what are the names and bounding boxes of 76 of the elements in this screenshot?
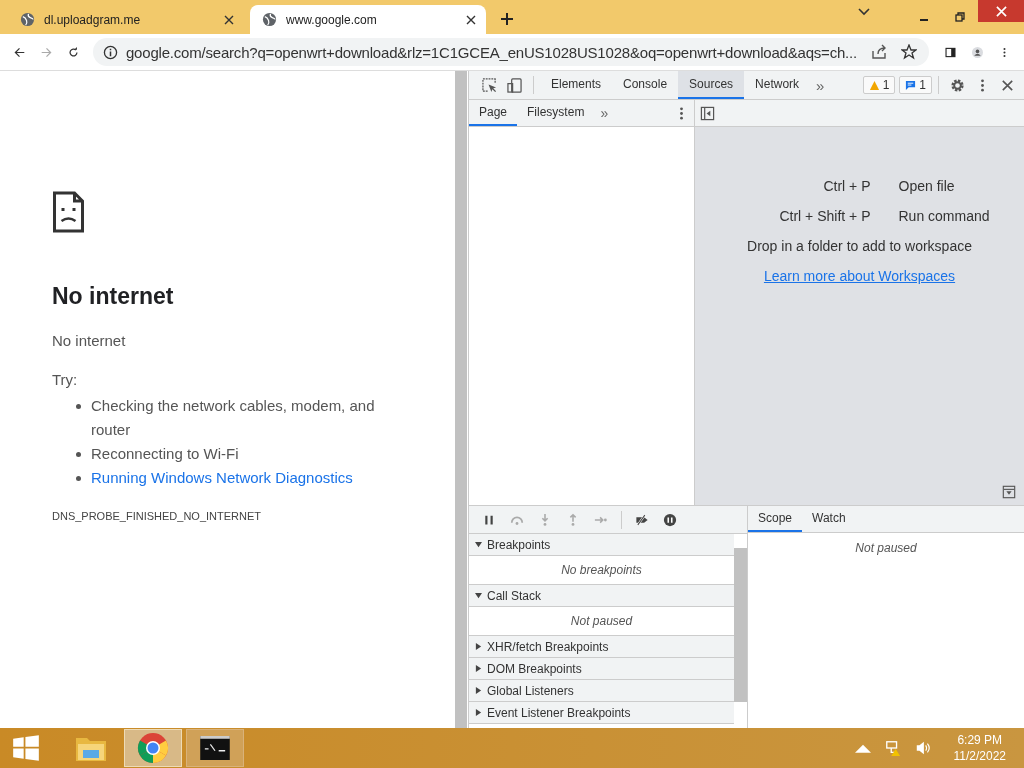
restore-icon[interactable] — [954, 11, 966, 23]
try-label: Try: — [52, 371, 79, 388]
caret-icon — [475, 687, 482, 694]
star-icon[interactable] — [901, 44, 918, 60]
toggle-navigator-icon[interactable] — [700, 105, 715, 121]
scrollbar[interactable] — [734, 548, 747, 702]
device-toolbar-icon[interactable] — [507, 77, 522, 93]
suggestion-text: Checking the network cables, modem, and router — [91, 396, 375, 440]
deactivate-breakpoints-icon[interactable] — [635, 512, 649, 527]
scope-tab[interactable]: Watch — [802, 506, 856, 532]
shortcut-keys: Ctrl + Shift + P — [720, 201, 871, 231]
message-icon — [905, 79, 917, 91]
taskbar-app-button[interactable] — [186, 729, 244, 767]
messages-badge[interactable]: 1 — [899, 76, 932, 94]
clock-date: 11/2/2022 — [953, 748, 1006, 764]
chevron-icon[interactable] — [858, 7, 870, 16]
devtools-tab[interactable]: Sources — [678, 71, 745, 99]
scope-tab[interactable]: Scope — [748, 506, 803, 532]
globe-icon — [20, 12, 35, 27]
caret-icon — [475, 709, 482, 716]
url-text: google.com/search?q=openwrt+download&rlz=1C1GCEA_enUS1028US1028&oq=openwrt+download&aqs=ch... — [125, 43, 858, 61]
devtools-tab[interactable]: Console — [612, 71, 679, 99]
info-icon — [102, 44, 118, 60]
suggestion-text: Reconnecting to Wi-Fi — [91, 444, 239, 464]
tab-title: dl.uploadgram.me — [44, 12, 142, 27]
browser-tab[interactable]: www.google.com — [250, 5, 486, 34]
more-tabs-button[interactable]: » — [594, 105, 615, 121]
devtools-tab[interactable]: Network — [744, 71, 811, 99]
caret-icon — [475, 643, 482, 650]
browser-tab[interactable]: dl.uploadgram.me — [8, 5, 244, 34]
diagnostics-link[interactable]: Running Windows Network Diagnostics — [91, 466, 353, 490]
error-message: No internet — [52, 332, 127, 349]
shortcut-action: Run command — [898, 207, 991, 226]
toggle-debugger-icon[interactable] — [1002, 485, 1016, 499]
window-close-button[interactable] — [978, 0, 1024, 22]
address-bar[interactable]: google.com/search?q=openwrt+download&rlz=1C1GCEA_enUS1028US1028&oq=openwrt+download&aqs=ch... — [92, 38, 930, 66]
close-icon[interactable] — [1000, 77, 1015, 93]
globe-icon — [262, 12, 277, 27]
section-header[interactable]: DOM Breakpoints — [469, 658, 734, 680]
section-header[interactable]: Call Stack — [469, 585, 734, 607]
clock-time: 6:29 PM — [957, 732, 1003, 748]
section-header[interactable]: Breakpoints — [469, 534, 734, 556]
error-title: No internet — [52, 283, 175, 310]
windows-start-icon[interactable] — [12, 734, 40, 762]
navigator-tab[interactable]: Filesystem — [517, 100, 595, 126]
share-icon[interactable] — [871, 44, 888, 60]
close-icon — [995, 5, 1007, 17]
settings-icon[interactable] — [950, 77, 965, 93]
network-warning-icon[interactable] — [884, 740, 901, 756]
caret-icon — [475, 665, 482, 672]
scope-message: Not paused — [854, 541, 918, 555]
drop-folder-text: Drop in a folder to add to workspace — [747, 237, 972, 256]
terminal-icon — [200, 736, 230, 760]
warning-icon — [868, 79, 880, 91]
error-code: DNS_PROBE_FINISHED_NO_INTERNET — [52, 510, 263, 522]
inspect-element-icon[interactable] — [482, 77, 497, 93]
shortcut-keys: Ctrl + P — [720, 171, 871, 201]
close-icon[interactable] — [466, 14, 476, 25]
devtools-tab[interactable]: Elements — [540, 71, 613, 99]
workspaces-link[interactable]: Learn more about Workspaces — [763, 261, 956, 291]
scrollbar[interactable] — [455, 71, 467, 728]
caret-icon — [475, 541, 482, 548]
close-icon[interactable] — [224, 14, 234, 25]
tab-title: www.google.com — [286, 12, 378, 27]
speaker-icon[interactable] — [914, 740, 931, 756]
warnings-badge[interactable]: 1 — [862, 76, 896, 94]
caret-icon — [475, 592, 482, 599]
more-tabs-button[interactable]: » — [810, 76, 831, 94]
section-header[interactable]: Global Listeners — [469, 680, 734, 702]
new-tab-icon[interactable] — [500, 12, 514, 26]
pause-on-exceptions-icon[interactable] — [663, 512, 677, 527]
section-header[interactable]: Event Listener Breakpoints — [469, 702, 734, 724]
shortcut-action: Open file — [898, 177, 956, 196]
section-header[interactable]: XHR/fetch Breakpoints — [469, 636, 734, 658]
chrome-icon — [137, 732, 169, 764]
sad-document-icon — [52, 191, 85, 233]
